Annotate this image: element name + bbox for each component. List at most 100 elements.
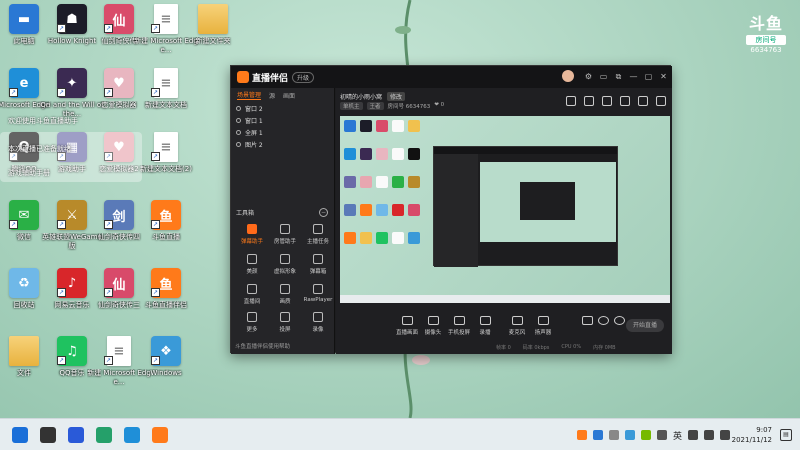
tool-button[interactable]: 弹幕助手 bbox=[235, 224, 269, 252]
start-live-button[interactable]: 开始直播 bbox=[626, 319, 664, 332]
battery-icon[interactable] bbox=[720, 430, 730, 440]
store-icon[interactable] bbox=[96, 427, 112, 443]
share-icon[interactable] bbox=[656, 96, 666, 106]
tool-button[interactable]: 投屏 bbox=[268, 312, 302, 340]
edge-icon[interactable] bbox=[124, 427, 140, 443]
tab-sources[interactable]: 源 bbox=[269, 91, 275, 100]
cloud-tray-icon[interactable] bbox=[624, 430, 635, 440]
scene-item[interactable]: 窗口 2 bbox=[231, 102, 334, 114]
preview-icon bbox=[392, 148, 404, 160]
nk-icon[interactable] bbox=[68, 427, 84, 443]
system-tray: 英 bbox=[576, 419, 730, 450]
app-titlebar[interactable]: 直播伴侣 升级 ⚙ ▭ ⧉ — ▢ ✕ bbox=[231, 66, 672, 88]
desktop-icon[interactable]: 鱼斗鱼直播 ↗ bbox=[136, 200, 196, 258]
desktop-icon[interactable]: ≡ 新建文本文档(2) ↗ bbox=[136, 132, 196, 190]
scene-tabs: 场景管理 源 画面 bbox=[231, 88, 334, 102]
tool-button[interactable]: 主播任务 bbox=[301, 224, 335, 252]
skin-icon[interactable]: ▭ bbox=[599, 72, 608, 81]
douyu-icon[interactable] bbox=[152, 427, 168, 443]
settings-icon[interactable]: ⚙ bbox=[584, 72, 593, 81]
scene-item[interactable]: 图片 2 bbox=[231, 138, 334, 150]
minimize-button[interactable]: — bbox=[629, 72, 638, 81]
source-button[interactable]: 扬声器 bbox=[530, 316, 556, 336]
input-language[interactable]: 英 bbox=[673, 429, 682, 442]
source-button[interactable]: 摄像头 bbox=[420, 316, 446, 336]
visibility-icon[interactable] bbox=[236, 141, 241, 147]
preview-icon bbox=[408, 232, 420, 244]
bell-icon[interactable] bbox=[620, 96, 630, 106]
user-icon[interactable] bbox=[638, 96, 648, 106]
upgrade-tag[interactable]: 升级 bbox=[292, 71, 315, 83]
visibility-icon[interactable] bbox=[236, 105, 241, 111]
tool-button[interactable]: 弹幕箱 bbox=[301, 254, 335, 282]
tool-button[interactable]: 房管助手 bbox=[268, 224, 302, 252]
desktop-icon[interactable]: 新建文件夹 bbox=[183, 4, 243, 62]
source-button[interactable]: 直播画面 bbox=[394, 316, 420, 336]
app-tray-icon[interactable] bbox=[592, 430, 603, 440]
desktop-icon[interactable]: ❖ Windows ↗ bbox=[136, 336, 196, 394]
help-link[interactable]: 斗鱼直播伴侣使用帮助 bbox=[235, 342, 290, 350]
tool-button[interactable]: 画质 bbox=[268, 284, 302, 312]
scene-item[interactable]: 窗口 1 bbox=[231, 114, 334, 126]
user-avatar[interactable] bbox=[562, 70, 574, 82]
tab-canvas[interactable]: 画面 bbox=[283, 91, 295, 100]
tool-button[interactable]: 录像 bbox=[301, 312, 335, 340]
nvidia-tray-icon[interactable] bbox=[640, 430, 651, 440]
tools-settings-icon[interactable]: − bbox=[319, 208, 328, 217]
visibility-icon[interactable] bbox=[236, 129, 241, 135]
folder-icon bbox=[198, 4, 228, 34]
mic-tray-icon[interactable] bbox=[656, 430, 667, 440]
subcategory-chip[interactable]: 王者 bbox=[366, 102, 384, 110]
tool-button[interactable]: 虚拟形象 bbox=[268, 254, 302, 282]
tool-button[interactable]: 美颜 bbox=[235, 254, 269, 282]
shortcut-arrow-icon: ↗ bbox=[151, 152, 160, 161]
start-icon[interactable] bbox=[12, 427, 28, 443]
gift-icon[interactable] bbox=[566, 96, 576, 106]
preview-icon bbox=[360, 204, 372, 216]
preview-icon bbox=[392, 232, 404, 244]
maximize-button[interactable]: ▢ bbox=[644, 72, 653, 81]
tool-icon bbox=[313, 224, 323, 234]
usb-tray-icon[interactable] bbox=[608, 430, 619, 440]
source-button[interactable]: 录播 bbox=[472, 316, 498, 336]
preview-icon bbox=[360, 232, 372, 244]
tool-button[interactable]: 直播间 bbox=[235, 284, 269, 312]
douyu-tray-icon[interactable] bbox=[576, 430, 587, 440]
task-view-icon[interactable] bbox=[40, 427, 56, 443]
douyu-live-window[interactable]: 直播伴侣 升级 ⚙ ▭ ⧉ — ▢ ✕ 场景管理 源 画面 窗口 2 窗口 1 … bbox=[230, 65, 672, 354]
clock[interactable]: 9:07 2021/11/12 bbox=[732, 425, 772, 445]
desktop-icon[interactable]: 鱼斗鱼直播伴侣 ↗ bbox=[136, 268, 196, 326]
desktop-icon[interactable]: ≡ 新建文本文档 ↗ bbox=[136, 68, 196, 126]
tool-button[interactable]: RawPlayer bbox=[301, 284, 335, 312]
tool-button[interactable]: 更多 bbox=[235, 312, 269, 340]
scene-item[interactable]: 全屏 1 bbox=[231, 126, 334, 138]
volume-icon[interactable] bbox=[704, 430, 714, 440]
scene-label: 全屏 1 bbox=[245, 129, 263, 137]
room-number: 房间号 6634763 bbox=[387, 104, 431, 110]
shortcut-arrow-icon: ↗ bbox=[57, 288, 66, 297]
category-chip[interactable]: 单机主 bbox=[340, 102, 363, 110]
source-button[interactable]: 手机投屏 bbox=[446, 316, 472, 336]
notification-icon[interactable]: ▤ bbox=[780, 429, 792, 441]
lock-icon[interactable] bbox=[584, 96, 594, 106]
unlock-icon[interactable] bbox=[602, 96, 612, 106]
desktop-icon-label: 新建文本文档(2) bbox=[140, 165, 192, 173]
desktop-icon-label: Windows bbox=[150, 369, 182, 377]
preview-icon bbox=[408, 148, 420, 160]
close-button[interactable]: ✕ bbox=[659, 72, 668, 81]
stream-preview[interactable] bbox=[340, 116, 670, 303]
visibility-icon[interactable] bbox=[236, 117, 241, 123]
source-button[interactable]: 麦克风 bbox=[504, 316, 530, 336]
tool-label: 更多 bbox=[246, 327, 258, 333]
tool-label: 画质 bbox=[279, 299, 291, 305]
tab-scenes[interactable]: 场景管理 bbox=[237, 90, 262, 100]
nested-titlebar bbox=[434, 147, 617, 154]
edit-room-button[interactable]: 修改 bbox=[387, 92, 406, 101]
wifi-icon[interactable] bbox=[688, 430, 698, 440]
preview-icon bbox=[392, 120, 404, 132]
layout-icon[interactable]: ⧉ bbox=[614, 72, 623, 81]
preview-icon bbox=[360, 148, 372, 160]
tool-label: 虚拟形象 bbox=[273, 269, 296, 275]
source-label: 手机投屏 bbox=[447, 330, 470, 336]
source-icon bbox=[537, 316, 549, 325]
